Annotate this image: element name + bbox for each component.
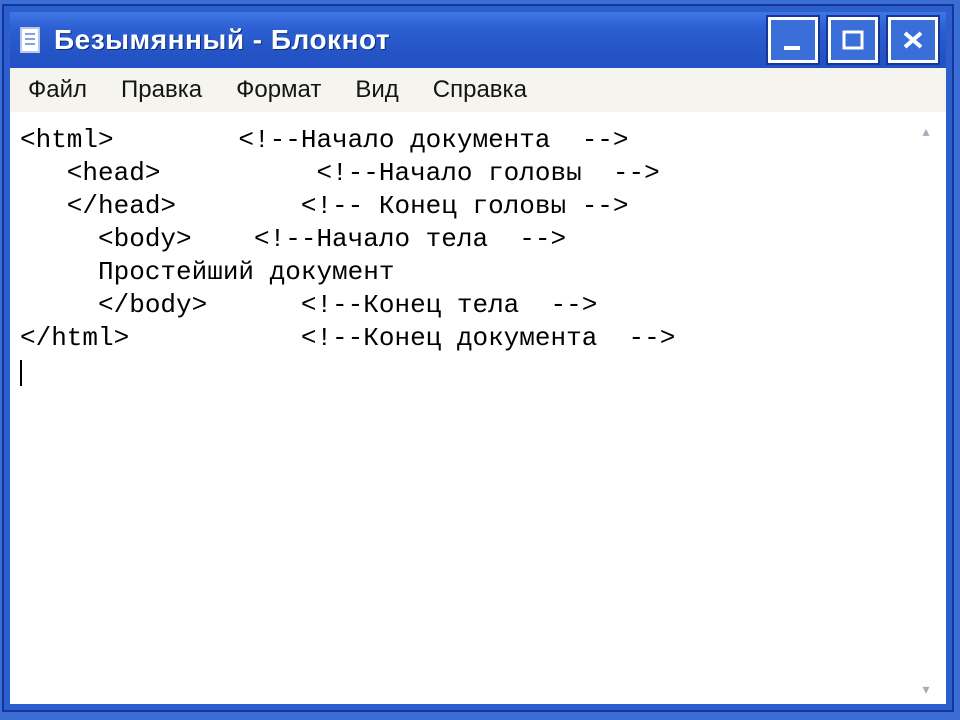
window-title: Безымянный - Блокнот <box>54 24 768 56</box>
scroll-down-icon[interactable]: ▾ <box>912 680 940 698</box>
editor-content[interactable]: <html> <!--Начало документа --> <head> <… <box>20 124 906 694</box>
menu-help[interactable]: Справка <box>427 72 533 108</box>
menubar: Файл Правка Формат Вид Справка <box>10 68 946 113</box>
window-buttons <box>768 17 938 63</box>
titlebar: Безымянный - Блокнот <box>10 12 946 68</box>
menu-file[interactable]: Файл <box>22 72 93 108</box>
notepad-app-icon <box>18 25 44 55</box>
scroll-up-icon[interactable]: ▴ <box>912 122 940 140</box>
maximize-button[interactable] <box>828 17 878 63</box>
text-caret <box>20 360 23 386</box>
notepad-window: Безымянный - Блокнот Файл Правка Формат … <box>4 6 952 710</box>
editor-area[interactable]: ▴ <html> <!--Начало документа --> <head>… <box>10 112 946 704</box>
menu-format[interactable]: Формат <box>230 72 327 108</box>
menu-view[interactable]: Вид <box>349 72 404 108</box>
close-button[interactable] <box>888 17 938 63</box>
minimize-button[interactable] <box>768 17 818 63</box>
menu-edit[interactable]: Правка <box>115 72 208 108</box>
